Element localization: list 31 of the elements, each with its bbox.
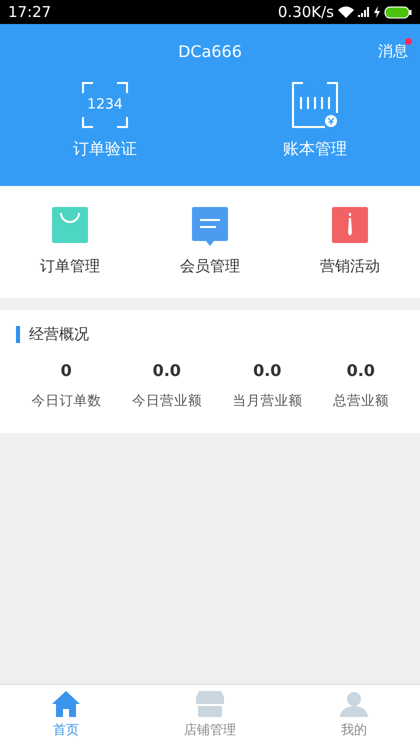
stat-label: 今日订单数 [31, 392, 102, 411]
charging-icon [374, 6, 380, 18]
stat-value: 0.0 [253, 360, 282, 382]
wifi-icon [338, 6, 354, 18]
signal-icon [358, 7, 370, 17]
network-speed: 0.30K/s [278, 2, 334, 23]
stat-label: 当月营业额 [232, 392, 302, 411]
section-title: 经营概况 [16, 326, 404, 343]
tab[interactable]: 首页 [0, 685, 132, 747]
menu-item[interactable]: 订单管理 [0, 206, 140, 278]
stat-value: 0 [60, 360, 72, 382]
user-icon [340, 691, 368, 718]
store-icon [196, 691, 224, 718]
stat-value: 0.0 [152, 360, 181, 382]
messages-button[interactable]: 消息 [378, 40, 408, 62]
tab[interactable]: 店铺管理 [132, 685, 288, 747]
menu-item[interactable]: 会员管理 [140, 206, 280, 278]
stat-value: 0.0 [346, 360, 375, 382]
barcode-coin-icon [291, 81, 339, 129]
code-text: 1234 [87, 96, 123, 114]
stat-label: 今日营业额 [132, 392, 202, 411]
header-title: DCa666 [178, 41, 242, 63]
status-time: 17:27 [8, 2, 52, 23]
ledger-button[interactable]: 账本管理 [210, 80, 420, 162]
scan-frame-icon [81, 81, 129, 129]
verify-order-button[interactable]: 1234 订单验证 [0, 80, 210, 162]
stat-label: 总营业额 [332, 392, 389, 411]
menu-item[interactable]: 营销活动 [280, 206, 420, 278]
home-icon [52, 691, 80, 718]
battery-icon [384, 6, 412, 18]
tab[interactable]: 我的 [288, 685, 420, 747]
